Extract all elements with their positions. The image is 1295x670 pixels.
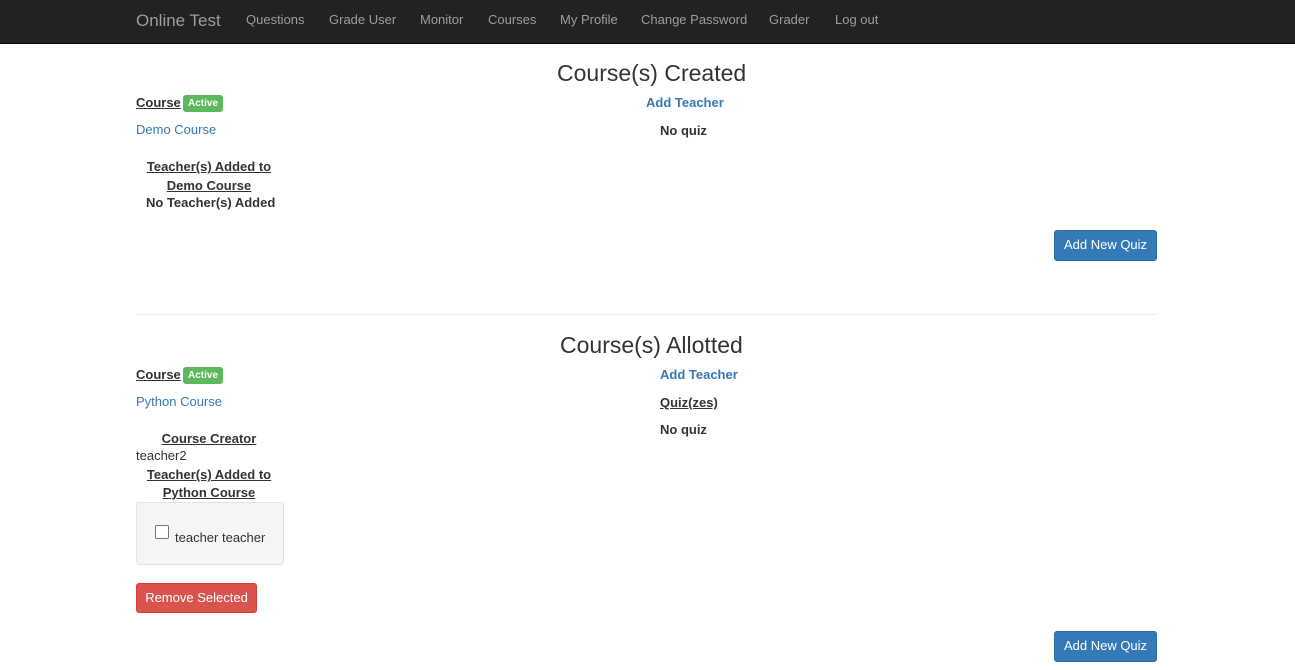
teachers-heading-line2: Demo Course — [166, 178, 252, 193]
no-teachers-text: No Teacher(s) Added — [146, 195, 276, 210]
course-creator-heading-wrap: Course Creator — [136, 431, 282, 447]
nav-my-profile[interactable]: My Profile — [560, 12, 618, 27]
status-badge: Active — [183, 367, 224, 384]
nav-log-out[interactable]: Log out — [835, 12, 878, 27]
course-link-demo[interactable]: Demo Course — [136, 122, 216, 137]
teacher-checkbox-label[interactable]: teacher teacher — [175, 530, 265, 545]
section-divider — [136, 314, 1157, 315]
teachers-added-heading: Teacher(s) Added to Demo Course — [136, 157, 282, 195]
course-link-python[interactable]: Python Course — [136, 394, 222, 409]
status-badge: Active — [183, 95, 224, 112]
teachers-heading-line1: Teacher(s) Added to — [146, 159, 272, 174]
no-quiz-text: No quiz — [660, 422, 707, 437]
nav-grade-user[interactable]: Grade User — [329, 12, 396, 27]
nav-change-password[interactable]: Change Password — [641, 12, 747, 27]
top-navbar: Online Test Questions Grade User Monitor… — [0, 0, 1295, 44]
add-new-quiz-button[interactable]: Add New Quiz — [1054, 230, 1157, 261]
nav-questions[interactable]: Questions — [246, 12, 305, 27]
nav-courses[interactable]: Courses — [488, 12, 536, 27]
courses-created-heading: Course(s) Created — [557, 60, 747, 86]
brand-link[interactable]: Online Test — [136, 11, 221, 31]
teachers-heading-line2: Python Course — [162, 485, 256, 500]
course-label: Course — [136, 95, 181, 110]
add-new-quiz-button[interactable]: Add New Quiz — [1054, 631, 1157, 662]
add-teacher-link[interactable]: Add Teacher — [646, 95, 724, 110]
course-creator-heading: Course Creator — [161, 431, 257, 446]
teacher-checkbox[interactable] — [155, 525, 169, 539]
teachers-heading-line1: Teacher(s) Added to — [146, 467, 272, 482]
course-creator-name: teacher2 — [136, 448, 187, 463]
add-teacher-link[interactable]: Add Teacher — [660, 367, 738, 382]
nav-monitor[interactable]: Monitor — [420, 12, 463, 27]
remove-selected-button[interactable]: Remove Selected — [136, 583, 257, 613]
course-label: Course — [136, 367, 181, 382]
no-quiz-text: No quiz — [660, 123, 707, 138]
nav-grader[interactable]: Grader — [769, 12, 809, 27]
courses-allotted-heading: Course(s) Allotted — [560, 332, 743, 358]
teachers-added-heading: Teacher(s) Added to Python Course — [136, 466, 282, 502]
quizzes-heading: Quiz(zes) — [660, 395, 718, 410]
